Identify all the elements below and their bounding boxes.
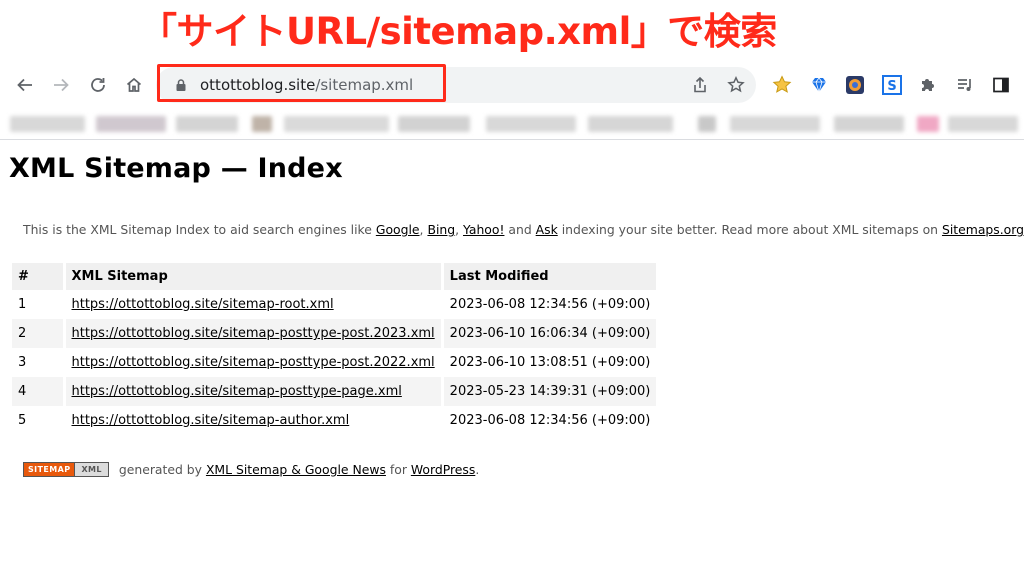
footer-end: . [475, 462, 480, 477]
intro-sep: and [504, 222, 536, 237]
bookmark-item[interactable] [486, 116, 576, 132]
sitemap-link[interactable]: https://ottottoblog.site/sitemap-posttyp… [72, 384, 402, 399]
home-icon[interactable] [121, 72, 147, 98]
s-extension-icon[interactable]: S [881, 74, 903, 96]
bookmark-item[interactable] [834, 116, 904, 132]
header-number: # [12, 263, 66, 290]
diamond-extension-icon[interactable] [808, 74, 830, 96]
row-modified: 2023-05-23 14:39:31 (+09:00) [442, 377, 660, 406]
row-number: 3 [12, 348, 66, 377]
sitemap-table: # XML Sitemap Last Modified 1 https://ot… [12, 263, 660, 435]
row-number: 5 [12, 406, 66, 435]
row-url-cell: https://ottottoblog.site/sitemap-posttyp… [64, 319, 444, 348]
link-sitemaps-org[interactable]: Sitemaps.org [942, 222, 1024, 237]
row-url-cell: https://ottottoblog.site/sitemap-root.xm… [64, 290, 444, 319]
row-url-cell: https://ottottoblog.site/sitemap-posttyp… [64, 348, 444, 377]
header-xml-sitemap: XML Sitemap [64, 263, 444, 290]
url-text[interactable]: ottottoblog.site/sitemap.xml [200, 76, 413, 94]
intro-middle: indexing your site better. Read more abo… [557, 222, 942, 237]
badge-right: XML [75, 463, 108, 476]
sitemap-link[interactable]: https://ottottoblog.site/sitemap-posttyp… [72, 355, 435, 370]
table-row: 5 https://ottottoblog.site/sitemap-autho… [12, 406, 660, 435]
link-plugin[interactable]: XML Sitemap & Google News [206, 462, 386, 477]
colorful-extension-icon[interactable] [844, 74, 866, 96]
row-number: 4 [12, 377, 66, 406]
bookmarks-bar [0, 108, 1024, 140]
table-header-row: # XML Sitemap Last Modified [12, 263, 660, 290]
sitemap-xml-badge[interactable]: SITEMAP XML [23, 462, 109, 477]
annotation-caption: 「サイトURL/sitemap.xml」で検索 [140, 10, 777, 53]
puzzle-extensions-icon[interactable] [917, 74, 939, 96]
bookmark-item[interactable] [398, 116, 470, 132]
header-last-modified: Last Modified [442, 263, 660, 290]
bookmark-item[interactable] [730, 116, 820, 132]
intro-prefix: This is the XML Sitemap Index to aid sea… [23, 222, 376, 237]
bookmark-item[interactable] [284, 116, 389, 132]
bookmark-item[interactable] [176, 116, 238, 132]
browser-toolbar: ottottoblog.site/sitemap.xml S [0, 62, 1024, 108]
bookmark-item[interactable] [917, 116, 939, 132]
link-google[interactable]: Google [376, 222, 420, 237]
page-title: XML Sitemap — Index [9, 153, 343, 184]
link-bing[interactable]: Bing [427, 222, 455, 237]
lock-icon[interactable] [174, 78, 188, 92]
bookmark-item[interactable] [588, 116, 673, 132]
side-panel-icon[interactable] [990, 74, 1012, 96]
table-row: 3 https://ottottoblog.site/sitemap-postt… [12, 348, 660, 377]
row-url-cell: https://ottottoblog.site/sitemap-author.… [64, 406, 444, 435]
url-domain: ottottoblog.site [200, 76, 316, 94]
sitemap-link[interactable]: https://ottottoblog.site/sitemap-author.… [72, 413, 350, 428]
footer: SITEMAP XML generated by XML Sitemap & Go… [23, 462, 479, 477]
bookmark-item[interactable] [96, 116, 166, 132]
table-row: 2 https://ottottoblog.site/sitemap-postt… [12, 319, 660, 348]
share-icon[interactable] [691, 76, 709, 94]
intro-sep: , [455, 222, 463, 237]
row-modified: 2023-06-08 12:34:56 (+09:00) [442, 290, 660, 319]
link-ask[interactable]: Ask [536, 222, 558, 237]
badge-left: SITEMAP [24, 463, 76, 476]
sitemap-link[interactable]: https://ottottoblog.site/sitemap-posttyp… [72, 326, 435, 341]
link-yahoo[interactable]: Yahoo! [463, 222, 504, 237]
table-row: 4 https://ottottoblog.site/sitemap-postt… [12, 377, 660, 406]
bookmark-item[interactable] [698, 116, 716, 132]
bookmark-item[interactable] [252, 116, 272, 132]
bookmark-item[interactable] [10, 116, 85, 132]
svg-text:S: S [887, 79, 896, 94]
bookmark-star-icon[interactable] [727, 76, 745, 94]
reload-icon[interactable] [85, 72, 111, 98]
forward-arrow-icon[interactable] [48, 72, 74, 98]
back-arrow-icon[interactable] [12, 72, 38, 98]
footer-generated-by: generated by [114, 462, 206, 477]
link-wordpress[interactable]: WordPress [411, 462, 475, 477]
row-url-cell: https://ottottoblog.site/sitemap-posttyp… [64, 377, 444, 406]
bookmark-item[interactable] [948, 116, 1018, 132]
row-number: 2 [12, 319, 66, 348]
footer-for: for [385, 462, 411, 477]
row-modified: 2023-06-10 16:06:34 (+09:00) [442, 319, 660, 348]
row-number: 1 [12, 290, 66, 319]
url-path: /sitemap.xml [315, 76, 414, 94]
row-modified: 2023-06-10 13:08:51 (+09:00) [442, 348, 660, 377]
sitemap-link[interactable]: https://ottottoblog.site/sitemap-root.xm… [72, 297, 334, 312]
star-extension-icon[interactable] [771, 74, 793, 96]
address-bar[interactable]: ottottoblog.site/sitemap.xml [156, 67, 756, 103]
table-row: 1 https://ottottoblog.site/sitemap-root.… [12, 290, 660, 319]
row-modified: 2023-06-08 12:34:56 (+09:00) [442, 406, 660, 435]
media-control-icon[interactable] [954, 74, 976, 96]
intro-text: This is the XML Sitemap Index to aid sea… [23, 222, 1024, 237]
